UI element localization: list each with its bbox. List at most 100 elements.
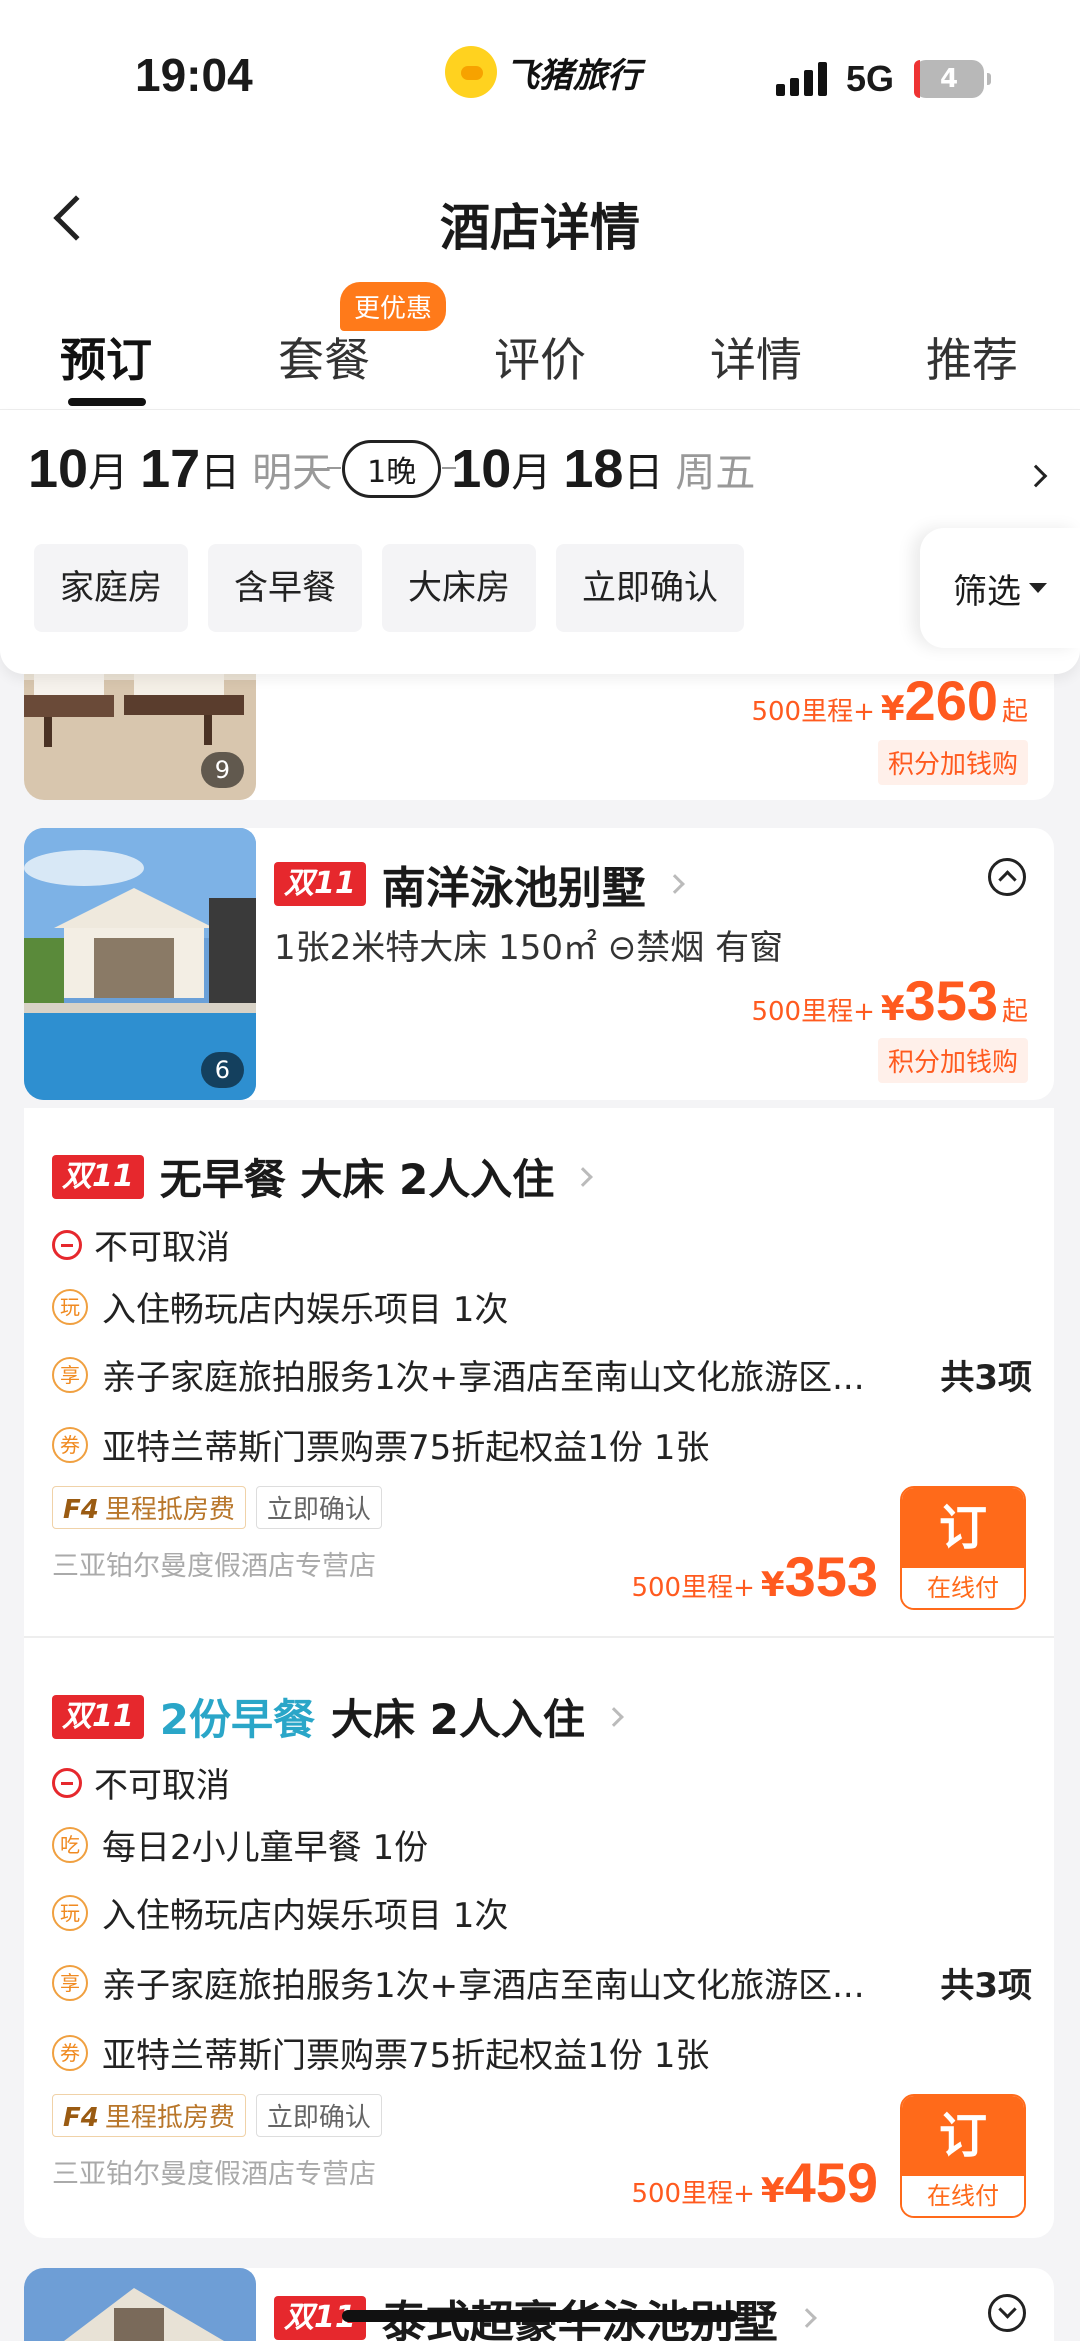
perk-item: 吃 每日2小儿童早餐 1份	[52, 1820, 1032, 1869]
plan-tags: F4 里程抵房费 立即确认	[52, 1486, 382, 1529]
perk-item[interactable]: 享 亲子家庭旅拍服务1次+享酒店至南山文化旅游区... 共3项	[52, 1350, 1032, 1399]
perk-total[interactable]: 共3项	[940, 1958, 1032, 2007]
store-name: 三亚铂尔曼度假酒店专营店	[52, 1551, 376, 1582]
perk-text: 每日2小儿童早餐 1份	[102, 1828, 429, 1868]
brand: 飞猪旅行	[445, 46, 641, 98]
room-header[interactable]: 双11 南洋泳池别墅	[274, 852, 685, 916]
day-unit: 日	[623, 450, 664, 496]
perk-total[interactable]: 共3项	[940, 1350, 1032, 1399]
expand-icon[interactable]	[988, 2294, 1026, 2332]
double11-badge: 双11	[52, 1694, 144, 1739]
filter-button[interactable]: 筛选	[920, 528, 1080, 648]
miles-label: 500里程+	[751, 697, 875, 727]
enjoy-icon: 享	[52, 1356, 88, 1393]
play-icon: 玩	[52, 1288, 88, 1325]
perk-text: 亚特兰蒂斯门票购票75折起权益1份 1张	[102, 2036, 710, 2076]
signal-icon	[776, 62, 830, 96]
price-value: 459	[784, 2151, 878, 2214]
book-button[interactable]: 订 在线付	[900, 1486, 1026, 1610]
perk-item[interactable]: 享 亲子家庭旅拍服务1次+享酒店至南山文化旅游区... 共3项	[52, 1958, 1032, 2007]
checkin-note: 明天	[252, 450, 333, 496]
checkin-day: 17	[140, 439, 201, 499]
chip-family-room[interactable]: 家庭房	[34, 544, 188, 632]
battery-icon: 4	[914, 60, 991, 98]
chevron-right-icon[interactable]	[1024, 464, 1048, 488]
chip-instant-confirm[interactable]: 立即确认	[556, 544, 744, 632]
points-badge: 积分加钱购	[877, 740, 1028, 785]
room-photo	[24, 2268, 256, 2341]
cancel-policy: 不可取消	[52, 1758, 1032, 1807]
chevron-right-icon	[796, 2308, 817, 2328]
currency: ¥	[880, 989, 905, 1029]
checkout-month: 10	[451, 439, 512, 499]
page-title: 酒店详情	[440, 199, 640, 257]
room-name: 南洋泳池别墅	[381, 863, 646, 914]
home-indicator[interactable]	[342, 2310, 738, 2322]
checkout-note: 周五	[675, 450, 756, 496]
day-unit: 日	[200, 450, 241, 496]
miles-label: 500里程+	[751, 997, 875, 1027]
book-label: 订	[902, 1488, 1024, 1568]
rate-plan[interactable]: 双11 2份早餐 大床 2人入住 不可取消 吃 每日2小儿童早餐 1份 玩 入住…	[24, 1638, 1054, 2238]
miles-label: 500里程+	[631, 2179, 755, 2209]
filter-chips: 家庭房 含早餐 大床房 立即确认	[34, 544, 744, 632]
plan-title[interactable]: 双11 无早餐 大床 2人入住	[52, 1146, 594, 1207]
currency: ¥	[880, 689, 905, 729]
room-card-next[interactable]: 双11 泰式超豪华泳池别墅	[24, 2268, 1054, 2341]
breakfast-highlight: 2份早餐	[159, 1695, 315, 1744]
checkin-month: 10	[28, 439, 89, 499]
checkout-day: 18	[563, 439, 624, 499]
tab-package[interactable]: 套餐	[278, 324, 370, 390]
tab-reviews[interactable]: 评价	[494, 324, 586, 390]
caret-down-icon	[1029, 583, 1047, 593]
points-badge: 积分加钱购	[877, 1038, 1028, 1083]
currency: ¥	[760, 2171, 785, 2211]
month-unit: 月	[88, 450, 129, 496]
perk-text: 入住畅玩店内娱乐项目 1次	[102, 1896, 509, 1936]
nights-count: 1晚	[327, 440, 457, 498]
brand-name: 飞猪旅行	[505, 55, 641, 96]
enjoy-icon: 享	[52, 1964, 88, 2001]
image-count: 9	[200, 752, 244, 788]
status-time: 19:04	[135, 49, 253, 101]
tab-details[interactable]: 详情	[710, 324, 802, 390]
perk-item: 玩 入住畅玩店内娱乐项目 1次	[52, 1282, 1032, 1331]
month-unit: 月	[511, 450, 552, 496]
eat-icon: 吃	[52, 1826, 88, 1863]
double11-badge: 双11	[274, 862, 366, 906]
perk-text: 亲子家庭旅拍服务1次+享酒店至南山文化旅游区...	[102, 1358, 865, 1398]
room-card[interactable]: 6 双11 南洋泳池别墅 1张2米特大床 150㎡ ⊝禁烟 有窗 500里程+ …	[24, 828, 1054, 1100]
plan-title[interactable]: 双11 2份早餐 大床 2人入住	[52, 1686, 624, 1747]
room-thumbnail[interactable]	[24, 2268, 256, 2341]
no-cancel-icon	[52, 1767, 82, 1798]
collapse-icon[interactable]	[988, 858, 1026, 896]
rate-plan[interactable]: 双11 无早餐 大床 2人入住 不可取消 玩 入住畅玩店内娱乐项目 1次 享 亲…	[24, 1108, 1054, 1636]
plan-name: 大床 2人入住	[330, 1695, 585, 1744]
tab-recommend[interactable]: 推荐	[926, 324, 1018, 390]
plan-price: 500里程+ ¥ 353	[631, 1544, 878, 1609]
room-price: 500里程+ ¥ 260 起	[751, 668, 1028, 733]
perk-text: 入住畅玩店内娱乐项目 1次	[102, 1290, 509, 1330]
date-filter-panel: 10 月 17 日 明天 1晚 10 月 18 日 周五 家庭房 含早餐 大床房…	[0, 410, 1080, 674]
plan-name: 无早餐 大床 2人入住	[159, 1155, 555, 1204]
cancel-text: 不可取消	[94, 1228, 230, 1268]
voucher-icon: 券	[52, 1426, 88, 1463]
miles-deduct-tag: F4 里程抵房费	[52, 1486, 246, 1529]
room-thumbnail[interactable]: 6	[24, 828, 256, 1100]
no-cancel-icon	[52, 1229, 82, 1260]
chip-breakfast[interactable]: 含早餐	[208, 544, 362, 632]
tab-booking[interactable]: 预订	[60, 324, 152, 390]
plan-tags: F4 里程抵房费 立即确认	[52, 2094, 382, 2137]
perk-item: 券 亚特兰蒂斯门票购票75折起权益1份 1张	[52, 2028, 1032, 2077]
price-from: 起	[1001, 997, 1028, 1027]
cancel-policy: 不可取消	[52, 1220, 1032, 1269]
instant-confirm-tag: 立即确认	[255, 1486, 382, 1529]
chevron-right-icon	[664, 874, 685, 894]
perk-text: 亚特兰蒂斯门票购票75折起权益1份 1张	[102, 1428, 710, 1468]
price-from: 起	[1001, 697, 1028, 727]
filter-label: 筛选	[953, 571, 1021, 612]
book-button[interactable]: 订 在线付	[900, 2094, 1026, 2218]
date-selector[interactable]: 10 月 17 日 明天 1晚 10 月 18 日 周五	[28, 438, 755, 500]
chip-king-bed[interactable]: 大床房	[382, 544, 536, 632]
play-icon: 玩	[52, 1894, 88, 1931]
